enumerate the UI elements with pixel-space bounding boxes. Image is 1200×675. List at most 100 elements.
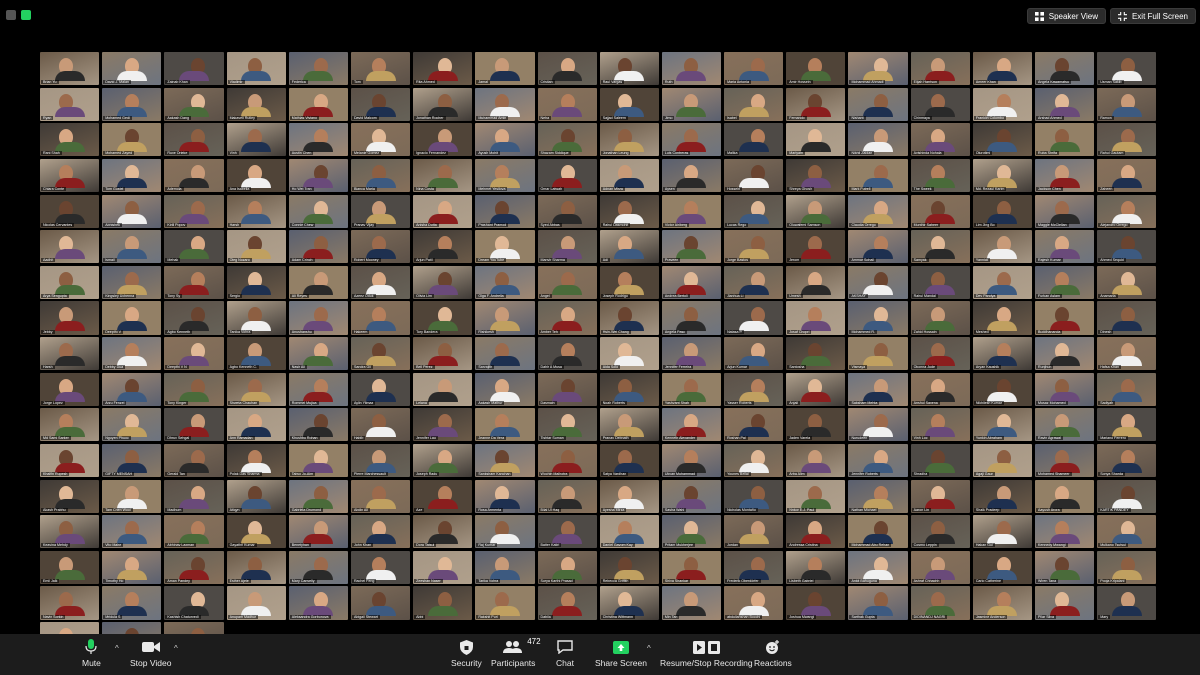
participant-video-tile[interactable]: Zaheen xyxy=(1097,158,1157,193)
participant-video-tile[interactable]: Sonya Sharda xyxy=(1097,443,1157,478)
participant-video-tile[interactable]: Nina Costa xyxy=(413,158,473,193)
participant-video-tile[interactable]: Mary Canvelly xyxy=(288,550,348,584)
participant-video-tile[interactable]: Jennifer Roberts xyxy=(848,443,908,478)
participant-video-tile[interactable]: Benetyhan xyxy=(288,515,348,549)
participant-video-tile[interactable]: Jordan xyxy=(724,515,784,549)
participant-video-tile[interactable]: Rahul Mandal xyxy=(910,265,970,299)
participant-video-tile[interactable]: Vismaya xyxy=(848,337,908,371)
share-screen-button[interactable]: Share Screen xyxy=(595,639,647,668)
participant-video-tile[interactable]: Anushanshu xyxy=(288,301,348,335)
participant-video-tile[interactable]: Aida Solo xyxy=(599,337,659,371)
participant-video-tile[interactable]: Nasir Ali xyxy=(288,337,348,371)
participant-video-tile[interactable]: Sanksham Kanchan xyxy=(475,443,535,478)
participant-video-tile[interactable]: Aryan Kaushik xyxy=(972,337,1032,371)
participant-video-tile[interactable]: Lisbeth Gabriel xyxy=(786,550,846,584)
participant-video-tile[interactable]: Saksham Mehta xyxy=(848,372,908,406)
participant-video-tile[interactable]: Aysen xyxy=(661,158,722,193)
participant-video-tile[interactable]: Sarthak Gupta xyxy=(848,586,908,620)
participant-video-tile[interactable]: The Sweek xyxy=(910,158,970,193)
participant-video-tile[interactable]: Agaji Gaur xyxy=(972,443,1032,478)
participant-video-tile[interactable]: Rani Shah xyxy=(40,123,100,157)
participant-video-tile[interactable]: Joseph Rodrigo xyxy=(599,265,659,299)
video-options-chevron-up-icon[interactable]: ^ xyxy=(174,644,178,653)
participant-video-tile[interactable]: Mohamed Shameer xyxy=(1035,443,1095,478)
participant-video-tile[interactable]: Frederik Oberdörfer xyxy=(724,550,784,584)
participant-video-tile[interactable]: Angel xyxy=(537,265,597,299)
participant-video-tile[interactable]: Makaveli Rutley xyxy=(226,87,286,121)
participant-video-tile[interactable]: Rebecca Griffith xyxy=(599,550,659,584)
participant-video-tile[interactable]: Usman Sakib xyxy=(1097,52,1157,86)
participant-video-tile[interactable]: Khushbu Rohan xyxy=(288,408,348,442)
participant-video-tile[interactable]: Kashish Chaturvedi xyxy=(164,586,224,620)
participant-video-tile[interactable]: Anjali xyxy=(786,372,846,406)
participant-video-tile[interactable]: Jonathan Leung xyxy=(599,123,659,157)
participant-video-tile[interactable]: Jorge Lopez xyxy=(40,372,100,406)
participant-video-tile[interactable]: Yannick xyxy=(972,230,1032,264)
participant-video-tile[interactable]: Yunkin Abraham xyxy=(972,408,1032,442)
participant-video-tile[interactable]: Aze xyxy=(413,479,473,513)
participant-video-tile[interactable]: Tory Bandera xyxy=(413,301,473,335)
participant-video-tile[interactable]: Jonathan Rocher xyxy=(413,87,473,121)
participant-video-tile[interactable]: Omar Latwah xyxy=(537,158,597,193)
participant-video-tile[interactable]: Rajesh Kumar xyxy=(1035,230,1095,264)
participant-video-tile[interactable]: Mohammed R. xyxy=(848,301,908,335)
stop-video-button[interactable]: Stop Video xyxy=(130,639,171,668)
participant-video-tile[interactable]: Hsin-Wei Chang xyxy=(599,301,659,335)
participant-video-tile[interactable]: Ignacio Fernandez xyxy=(413,123,473,157)
participant-video-tile[interactable]: Muhammad Amin xyxy=(475,87,535,121)
participant-video-tile[interactable]: KARTIK PANDEY xyxy=(1097,479,1157,513)
participant-video-tile[interactable]: Dahir A Musa xyxy=(537,337,597,371)
participant-video-tile[interactable]: Lim Jing Bo xyxy=(972,194,1032,228)
participant-video-tile[interactable]: Christina Wittmann xyxy=(599,586,659,620)
participant-video-tile[interactable]: Dora Tatsui xyxy=(413,515,473,549)
participant-video-tile[interactable]: Gerald Tan xyxy=(164,443,224,478)
participant-video-tile[interactable]: Nguyen Phuoc xyxy=(102,408,162,442)
participant-video-tile[interactable]: Santosha xyxy=(786,337,846,371)
participant-video-tile[interactable]: Ammar Sohail xyxy=(848,230,908,264)
participant-video-tile[interactable]: Raul Vargas xyxy=(599,52,659,86)
participant-video-tile[interactable]: Rishikesh xyxy=(475,301,535,335)
participant-video-tile[interactable]: Olivia Lim xyxy=(413,265,473,299)
participant-video-tile[interactable]: Abbi xyxy=(413,586,473,620)
participant-video-tile[interactable]: Ankit Bahuguna xyxy=(848,550,908,584)
participant-video-tile[interactable]: Pranav Debnath xyxy=(599,408,659,442)
participant-video-tile[interactable]: Ruth xyxy=(661,52,722,86)
participant-video-tile[interactable]: Federica xyxy=(288,52,348,86)
participant-video-tile[interactable]: Aakash Dang xyxy=(164,87,224,121)
participant-video-tile[interactable]: Hakeem xyxy=(350,301,411,335)
participant-video-tile[interactable]: Ryan xyxy=(40,87,100,121)
participant-video-tile[interactable]: Roshan Pai xyxy=(724,408,784,442)
participant-video-tile[interactable]: Victor Ahlberg xyxy=(661,194,722,228)
participant-video-tile[interactable]: Elijah Harrison xyxy=(910,52,970,86)
participant-video-tile[interactable]: Arba Alim xyxy=(786,443,846,478)
participant-video-tile[interactable]: Joshua Mwangi xyxy=(786,586,846,620)
participant-video-tile[interactable]: Bilal Ul Haq xyxy=(537,479,597,513)
participant-video-tile[interactable]: Tam Chen Wooi xyxy=(102,479,162,513)
participant-video-tile[interactable]: Ramon xyxy=(1097,87,1157,121)
participant-video-tile[interactable]: Ann Ramadan xyxy=(226,408,286,442)
participant-video-tile[interactable]: Tanika Vohra xyxy=(226,301,286,335)
participant-video-tile[interactable]: Ruxe Orieke xyxy=(164,123,224,157)
participant-video-tile[interactable]: Sajjad Saleem xyxy=(599,87,659,121)
participant-video-tile[interactable]: Zainab Khan xyxy=(164,52,224,86)
participant-video-tile[interactable]: Manvir Sharma xyxy=(537,230,597,264)
participant-video-tile[interactable]: Rosa Armenta xyxy=(475,479,535,513)
participant-video-tile[interactable]: Arya Sengupta xyxy=(40,265,100,299)
participant-video-tile[interactable]: Chinmaya xyxy=(910,87,970,121)
participant-video-tile[interactable]: Maria Antonia xyxy=(724,52,784,86)
participant-video-tile[interactable]: Kingsley Uchenna xyxy=(102,265,162,299)
participant-video-tile[interactable]: Brian Yu xyxy=(40,52,100,86)
participant-video-tile[interactable]: Mariyam xyxy=(786,123,846,157)
participant-video-tile[interactable]: Sergio xyxy=(226,265,286,299)
participant-video-tile[interactable]: Shweta Chauhan xyxy=(226,372,286,406)
participant-video-tile[interactable]: Josaf Chopri xyxy=(786,301,846,335)
participant-video-tile[interactable]: Mulkano Tsutsui xyxy=(1097,515,1157,549)
participant-video-tile[interactable]: Tishtar Suman xyxy=(537,408,597,442)
participant-video-tile[interactable]: Habib xyxy=(350,408,411,442)
participant-video-tile[interactable]: Jackson Chen xyxy=(1035,158,1095,193)
participant-video-tile[interactable]: Fernando xyxy=(786,87,846,121)
participant-video-tile[interactable]: Rahul Dasmohit xyxy=(599,194,659,228)
participant-video-tile[interactable]: Hafsa Khan xyxy=(1097,337,1157,371)
participant-video-tile[interactable]: Atiqyn xyxy=(226,479,286,513)
participant-video-tile[interactable]: Hakan Gul xyxy=(972,515,1032,549)
